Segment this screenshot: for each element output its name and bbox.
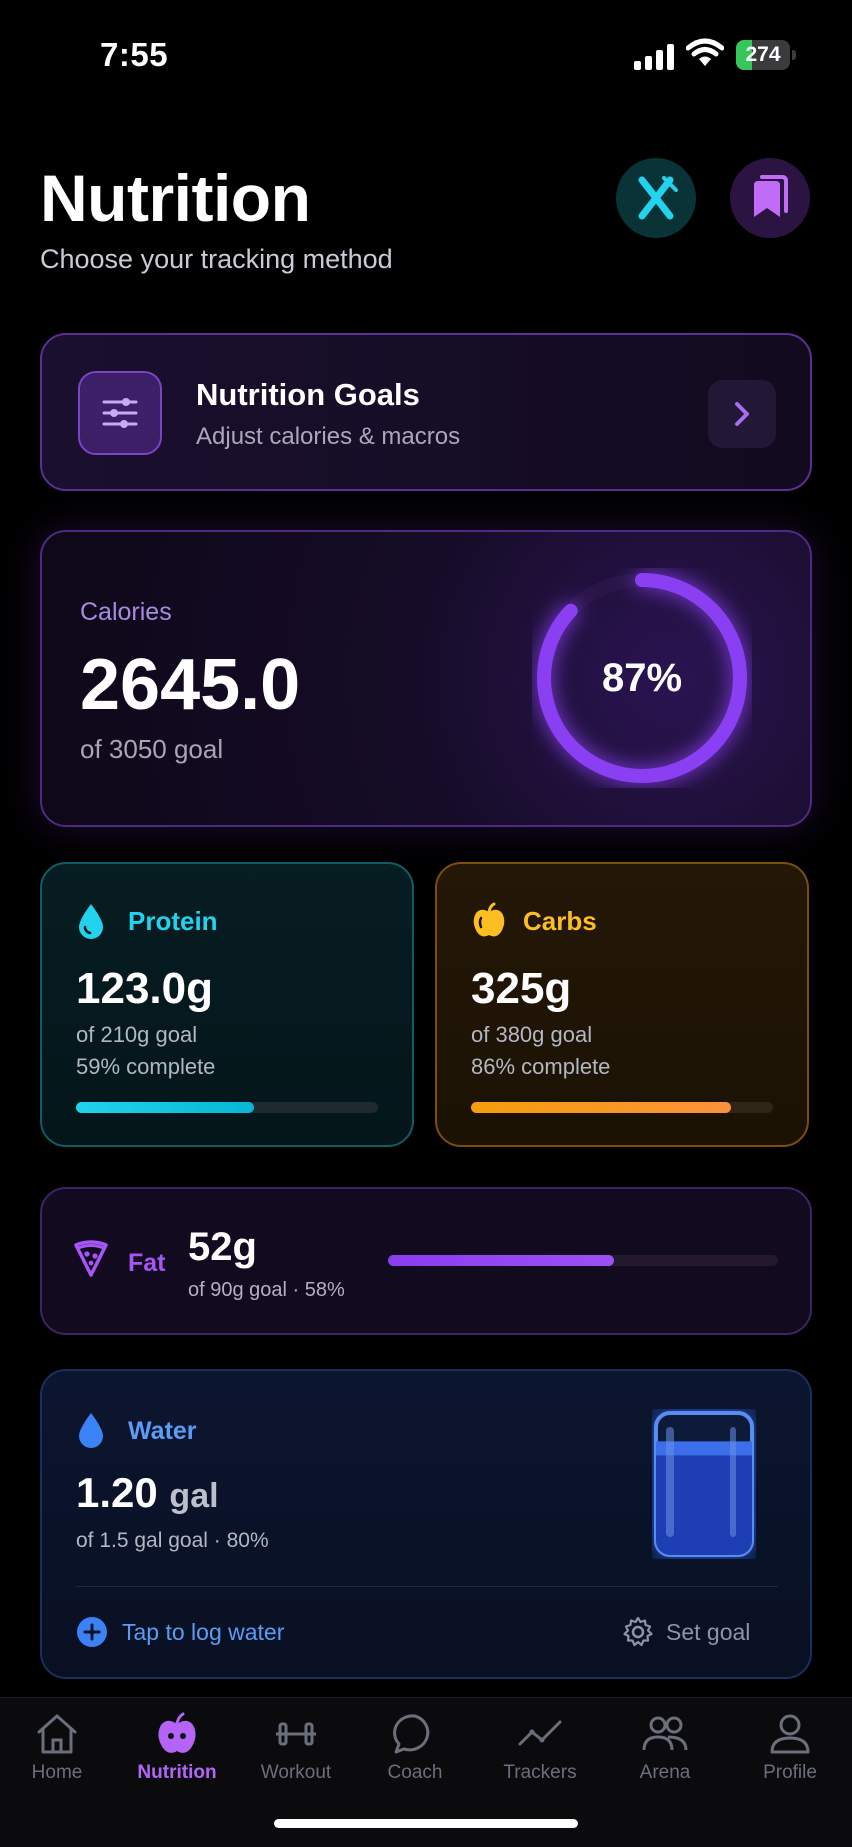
bookmark-icon xyxy=(754,175,788,217)
fat-goal: of 90g goal · 58% xyxy=(188,1279,345,1301)
apple-icon xyxy=(471,902,507,945)
apple-icon xyxy=(158,1712,196,1753)
page-title: Nutrition xyxy=(40,161,311,235)
trend-icon xyxy=(518,1720,562,1746)
fat-value: 52g xyxy=(188,1225,257,1269)
gear-icon xyxy=(623,1616,653,1647)
chat-icon xyxy=(393,1714,430,1754)
tab-coach[interactable]: Coach xyxy=(355,1712,475,1784)
calories-label: Calories xyxy=(80,598,172,626)
home-icon xyxy=(37,1714,77,1754)
fat-name: Fat xyxy=(128,1249,166,1277)
tab-label: Profile xyxy=(763,1762,817,1783)
droplet-icon xyxy=(76,902,106,945)
calories-value: 2645.0 xyxy=(80,645,301,725)
dumbbell-icon xyxy=(276,1722,316,1746)
status-time: 7:55 xyxy=(100,36,169,73)
water-value: 1.20 gal xyxy=(76,1469,219,1517)
protein-name: Protein xyxy=(128,906,218,936)
tab-nutrition[interactable]: Nutrition xyxy=(117,1712,237,1784)
utensils-button[interactable] xyxy=(616,158,696,238)
carbs-progress-fill xyxy=(471,1102,731,1113)
tab-label: Workout xyxy=(260,1762,332,1783)
calories-card[interactable]: Calories 2645.0 of 3050 goal 87% xyxy=(40,530,812,827)
utensils-icon xyxy=(638,176,678,220)
nutrition-goals-subtitle: Adjust calories & macros xyxy=(196,423,461,450)
carbs-name: Carbs xyxy=(523,906,597,936)
tab-label: Trackers xyxy=(503,1762,577,1783)
water-goal: of 1.5 gal goal · 80% xyxy=(76,1529,269,1552)
log-water-button[interactable]: Tap to log water xyxy=(76,1616,284,1648)
set-goal-button[interactable]: Set goal xyxy=(622,1616,750,1648)
water-name: Water xyxy=(128,1417,197,1445)
set-goal-label: Set goal xyxy=(666,1618,751,1645)
carbs-card[interactable]: Carbs 325g of 380g goal 86% complete xyxy=(435,862,809,1147)
divider xyxy=(76,1586,778,1587)
battery-level: 274 xyxy=(745,43,781,66)
battery-icon: 274 xyxy=(736,40,790,70)
fat-card[interactable]: Fat 52g of 90g goal · 58% xyxy=(40,1187,812,1335)
protein-value: 123.0g xyxy=(76,964,213,1013)
nutrition-goals-title: Nutrition Goals xyxy=(196,377,420,412)
protein-card[interactable]: Protein 123.0g of 210g goal 59% complete xyxy=(40,862,414,1147)
tab-label: Nutrition xyxy=(137,1762,217,1783)
fat-progress-fill xyxy=(388,1255,615,1266)
droplet-icon xyxy=(76,1411,106,1454)
tab-label: Arena xyxy=(639,1762,691,1783)
signal-icon xyxy=(634,44,674,70)
tab-label: Coach xyxy=(387,1762,443,1783)
bookmark-button[interactable] xyxy=(730,158,810,238)
page-subtitle: Choose your tracking method xyxy=(40,244,393,274)
protein-progress-bar xyxy=(76,1102,378,1113)
carbs-value: 325g xyxy=(471,964,572,1013)
chevron-right-icon[interactable] xyxy=(708,380,776,448)
battery-nub xyxy=(792,50,796,60)
water-amount: 1.20 xyxy=(76,1469,158,1516)
log-water-label: Tap to log water xyxy=(122,1618,285,1645)
protein-goal: of 210g goal xyxy=(76,1022,198,1047)
water-card[interactable]: Water 1.20 gal of 1.5 gal goal · 80% Tap… xyxy=(40,1369,812,1679)
water-unit: gal xyxy=(169,1477,219,1515)
wifi-icon xyxy=(685,38,725,73)
fat-progress-bar xyxy=(388,1255,778,1266)
protein-progress-fill xyxy=(76,1102,255,1113)
home-indicator[interactable] xyxy=(274,1819,578,1828)
tab-profile[interactable]: Profile xyxy=(730,1712,850,1784)
users-icon xyxy=(642,1716,688,1751)
tab-workout[interactable]: Workout xyxy=(236,1712,356,1784)
tab-home[interactable]: Home xyxy=(0,1712,117,1784)
tab-arena[interactable]: Arena xyxy=(605,1712,725,1784)
tab-label: Home xyxy=(31,1762,83,1783)
user-icon xyxy=(770,1714,810,1754)
sliders-icon xyxy=(78,371,162,455)
calories-percent: 87% xyxy=(601,655,683,700)
carbs-complete: 86% complete xyxy=(471,1054,611,1079)
calories-goal: of 3050 goal xyxy=(80,734,224,764)
water-glass-icon xyxy=(654,1411,754,1557)
plus-circle-icon xyxy=(77,1617,107,1647)
carbs-progress-bar xyxy=(471,1102,773,1113)
nutrition-goals-card[interactable]: Nutrition Goals Adjust calories & macros xyxy=(40,333,812,491)
pizza-icon xyxy=(74,1239,108,1282)
carbs-goal: of 380g goal xyxy=(471,1022,593,1047)
tab-trackers[interactable]: Trackers xyxy=(480,1712,600,1784)
protein-complete: 59% complete xyxy=(76,1054,216,1079)
